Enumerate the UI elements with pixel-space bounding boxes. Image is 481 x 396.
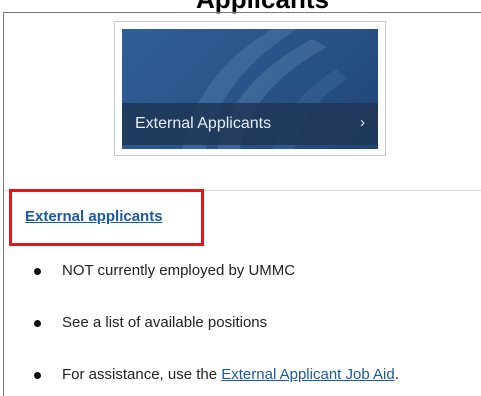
page-title: Applicants (22, 0, 481, 12)
banner-caption-bar[interactable]: External Applicants › (122, 103, 378, 145)
bullet-icon (34, 268, 41, 275)
chevron-right-icon: › (360, 114, 365, 131)
bullet-icon (34, 372, 41, 379)
list-item-text: NOT currently employed by UMMC (62, 262, 296, 279)
page: Applicants External Applicants › Externa… (0, 0, 481, 396)
list-item-text: See a list of available positions (62, 314, 268, 331)
external-applicants-link[interactable]: External applicants (25, 207, 163, 227)
job-aid-link[interactable]: External Applicant Job Aid (221, 366, 394, 383)
list-item-suffix: . (394, 366, 399, 383)
external-applicants-banner[interactable]: External Applicants › (114, 21, 386, 156)
bullet-icon (34, 320, 41, 327)
banner-label: External Applicants (135, 115, 272, 132)
banner-image[interactable]: External Applicants › (122, 29, 378, 149)
list-item-text: For assistance, use the External Applica… (62, 365, 399, 385)
list-item-prefix: For assistance, use the (62, 366, 222, 383)
